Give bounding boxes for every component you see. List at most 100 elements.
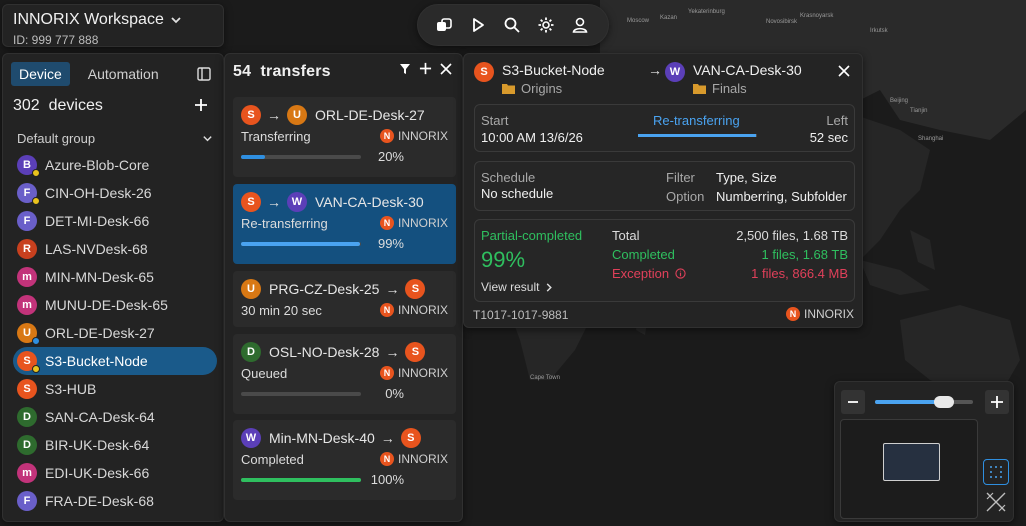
schedule-box: Schedule No schedule Filter Option Type,…	[474, 161, 855, 211]
workspace-selector[interactable]: INNORIX Workspace ID: 999 777 888	[2, 4, 224, 47]
folder-icon	[693, 83, 706, 94]
device-item[interactable]: R LAS-NVDesk-68	[13, 235, 217, 263]
dest-avatar: W	[287, 192, 307, 212]
result-percent: 99%	[481, 247, 526, 272]
add-transfer-icon[interactable]	[419, 62, 432, 75]
device-avatar: B	[17, 155, 40, 177]
transfer-progress-fill	[241, 241, 360, 246]
innorix-logo-icon: N	[379, 216, 394, 230]
zoom-out-button[interactable]	[841, 390, 865, 414]
device-item[interactable]: S S3-HUB	[13, 375, 217, 403]
status-text: Re-transferring	[653, 113, 740, 128]
transfer-device-name: PRG-CZ-Desk-25	[269, 281, 380, 297]
city-label: Irkutsk	[870, 28, 888, 34]
transfer-device-name: Min-MN-Desk-40	[269, 430, 375, 446]
org-badge: N INNORIX	[379, 129, 448, 143]
result-status: Partial-completed	[481, 228, 583, 243]
view-result-label: View result	[481, 280, 540, 294]
zoom-control	[834, 381, 1014, 522]
source-folder: Origins	[521, 81, 563, 96]
view-result-link[interactable]: View result	[481, 280, 553, 294]
device-item[interactable]: F FRA-DE-Desk-68	[13, 487, 217, 515]
city-label: Shanghai	[918, 136, 944, 142]
chevron-right-icon	[545, 282, 553, 292]
tab-device[interactable]: Device	[11, 62, 70, 86]
transfer-progress-bar	[241, 154, 361, 159]
device-item[interactable]: m MIN-MN-Desk-65	[13, 263, 217, 291]
filter-label: Filter	[666, 170, 695, 185]
fit-view-button[interactable]	[983, 459, 1009, 485]
innorix-logo-icon: N	[379, 303, 394, 317]
add-device-button[interactable]	[194, 98, 208, 112]
device-item[interactable]: F DET-MI-Desk-66	[13, 207, 217, 235]
transfer-detail-panel: S S3-Bucket-Node Origins → W VAN-CA-Desk…	[463, 53, 863, 328]
play-icon	[469, 16, 487, 34]
zoom-slider[interactable]	[875, 396, 973, 408]
city-label: Tianjin	[910, 108, 928, 114]
collapse-map-button[interactable]	[983, 489, 1009, 515]
zoom-slider-handle[interactable]	[933, 396, 954, 408]
source-name: S3-Bucket-Node	[502, 62, 605, 78]
device-avatar: F	[17, 183, 40, 205]
arrow-right-icon: →	[267, 107, 281, 123]
transfer-card[interactable]: D OSL-NO-Desk-28 → S Queued N INNORIX 0%	[233, 334, 456, 414]
source-avatar: W	[241, 428, 261, 448]
transfer-percent: 99%	[377, 236, 404, 251]
device-name: S3-HUB	[45, 381, 97, 397]
detail-progress-bar	[638, 134, 757, 137]
connect-icon	[435, 16, 453, 34]
device-item[interactable]: m MUNU-DE-Desk-65	[13, 291, 217, 319]
settings-button[interactable]	[530, 9, 562, 41]
tab-automation[interactable]: Automation	[80, 62, 167, 86]
device-name: EDI-UK-Desk-66	[45, 465, 150, 481]
device-item[interactable]: F CIN-OH-Desk-26	[13, 179, 217, 207]
search-button[interactable]	[496, 9, 528, 41]
innorix-logo-icon: N	[379, 366, 394, 380]
device-item[interactable]: D BIR-UK-Desk-64	[13, 431, 217, 459]
device-item[interactable]: S S3-Bucket-Node	[13, 347, 217, 375]
account-button[interactable]	[564, 9, 596, 41]
transfer-status: Queued	[241, 365, 288, 381]
arrow-right-icon: →	[380, 430, 395, 446]
device-item[interactable]: m EDI-UK-Desk-66	[13, 459, 217, 487]
sidebar-toggle-icon[interactable]	[197, 67, 211, 81]
filter-icon[interactable]	[399, 63, 411, 75]
status-dot	[32, 169, 40, 177]
transfer-card[interactable]: U PRG-CZ-Desk-25 → S 30 min 20 sec N INNORIX	[233, 271, 456, 327]
workspace-title: INNORIX Workspace	[13, 11, 164, 28]
transfer-card[interactable]: W Min-MN-Desk-40 → S Completed N INNORIX 100%	[233, 420, 456, 500]
transfer-status: Re-transferring	[241, 215, 328, 231]
grid-dots-icon	[990, 466, 1002, 478]
close-icon[interactable]	[440, 62, 452, 75]
transfer-card[interactable]: S → W VAN-CA-Desk-30 Re-transferring N INNORIX…	[233, 184, 456, 264]
device-name: LAS-NVDesk-68	[45, 241, 148, 257]
device-item[interactable]: U ORL-DE-Desk-27	[13, 319, 217, 347]
innorix-logo-icon: N	[785, 307, 800, 321]
play-button[interactable]	[462, 9, 494, 41]
device-item[interactable]: B Azure-Blob-Core	[13, 151, 217, 179]
transfer-card[interactable]: S → U ORL-DE-Desk-27 Transferring N INNORIX 20%	[233, 97, 456, 177]
filter-value: Type, Size	[716, 170, 777, 185]
transfer-status: Completed	[241, 451, 304, 467]
job-id: T1017-1017-9881	[473, 308, 569, 322]
connect-button[interactable]	[428, 9, 460, 41]
device-name: ORL-DE-Desk-27	[45, 325, 155, 341]
org-name: INNORIX	[397, 366, 448, 380]
dest-avatar: U	[287, 105, 307, 125]
group-selector[interactable]: Default group	[17, 131, 213, 146]
minimap[interactable]	[840, 419, 978, 519]
transfer-progress-bar	[241, 477, 361, 482]
minimap-viewport[interactable]	[883, 443, 940, 481]
arrow-right-icon: →	[385, 281, 400, 297]
exception-value: 1 files, 866.4 MB	[751, 266, 848, 281]
city-label: Novosibirsk	[766, 19, 798, 25]
info-icon[interactable]	[675, 268, 686, 279]
device-avatar: m	[17, 295, 37, 315]
zoom-in-button[interactable]	[985, 390, 1009, 414]
device-item[interactable]: D SAN-CA-Desk-64	[13, 403, 217, 431]
close-icon[interactable]	[838, 65, 850, 77]
start-label: Start	[481, 113, 509, 128]
device-avatar: F	[17, 211, 37, 231]
city-label: Cape Town	[530, 375, 560, 381]
device-name: MIN-MN-Desk-65	[45, 269, 154, 285]
